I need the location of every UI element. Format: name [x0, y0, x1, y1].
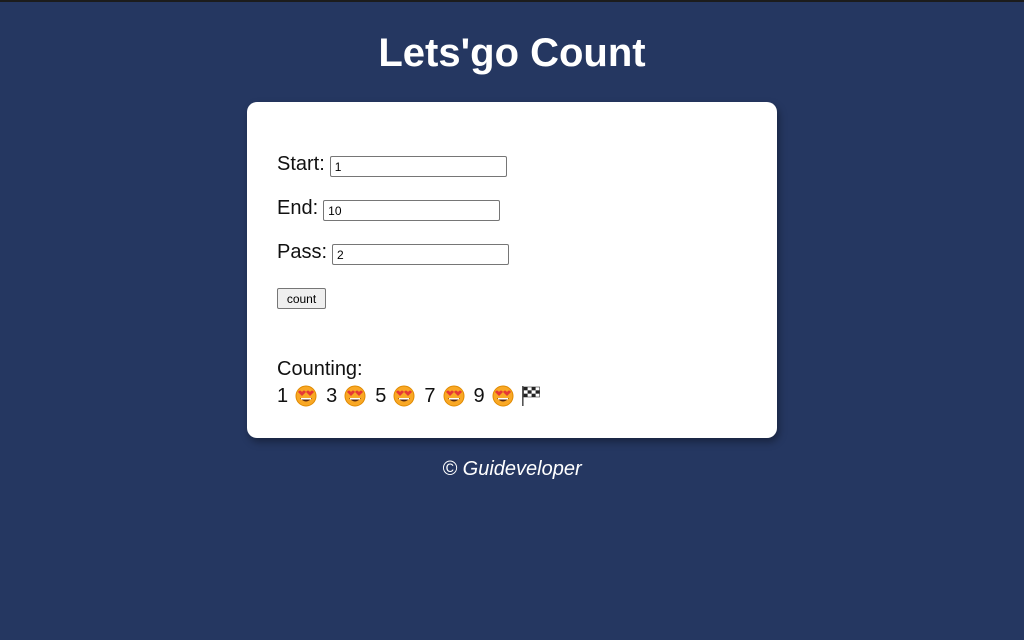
counting-label: Counting:	[277, 358, 363, 380]
counting-sequence: 1 3 5 7 9	[277, 384, 543, 408]
page-title: Lets'go Count	[378, 31, 646, 75]
count-number: 1	[277, 384, 289, 407]
count-number: 5	[375, 384, 387, 407]
footer-copyright: © Guideveloper	[442, 458, 582, 480]
checkered-flag-icon	[519, 384, 543, 408]
pass-label: Pass:	[277, 241, 328, 263]
count-number: 7	[424, 384, 436, 407]
count-number: 3	[326, 384, 338, 407]
count-button[interactable]: count	[277, 288, 326, 309]
start-row: Start:	[277, 152, 507, 177]
end-row: End:	[277, 196, 501, 221]
start-input[interactable]	[329, 156, 507, 177]
start-label: Start:	[277, 153, 325, 175]
end-input[interactable]	[323, 200, 501, 221]
heart-eyes-emoji-icon	[492, 385, 514, 407]
end-label: End:	[277, 197, 319, 219]
pass-row: Pass:	[277, 240, 510, 265]
count-number: 9	[473, 384, 485, 407]
heart-eyes-emoji-icon	[443, 385, 465, 407]
counter-card: Start: End: Pass: count Counting: 1 3	[247, 102, 777, 438]
heart-eyes-emoji-icon	[393, 385, 415, 407]
heart-eyes-emoji-icon	[344, 385, 366, 407]
heart-eyes-emoji-icon	[295, 385, 317, 407]
pass-input[interactable]	[332, 244, 510, 265]
